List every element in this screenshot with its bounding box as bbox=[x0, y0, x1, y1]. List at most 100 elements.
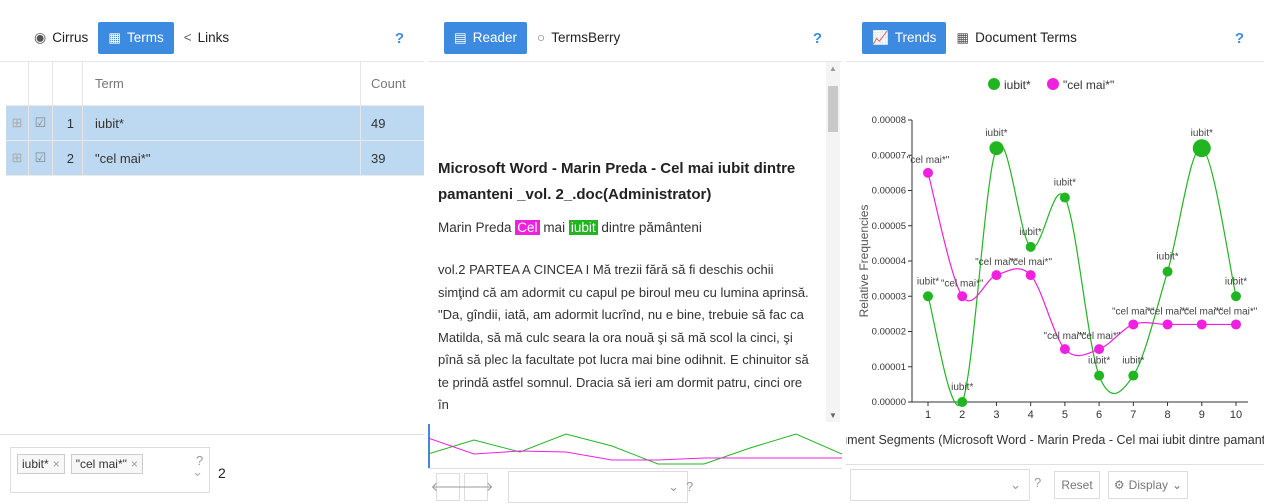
reader-content: Microsoft Word - Marin Preda - Cel mai i… bbox=[428, 62, 826, 422]
column-header-term[interactable]: Term bbox=[82, 62, 360, 105]
column-header-count[interactable]: Count bbox=[360, 62, 424, 105]
tab-terms[interactable]: ▦ Terms bbox=[98, 21, 174, 54]
help-button[interactable]: ? bbox=[1034, 475, 1041, 490]
data-label: iubit* bbox=[985, 128, 1007, 139]
expand-icon[interactable]: ⊞ bbox=[6, 150, 28, 166]
help-button[interactable]: ? bbox=[395, 30, 404, 47]
term-tag-input[interactable]: iubit* × "cel mai*" × ⌄ bbox=[10, 447, 210, 493]
reader-bottom-toolbar: 🡐 🡒 ⌄ ? bbox=[428, 468, 842, 504]
x-tick-label: 2 bbox=[959, 409, 965, 421]
eye-icon: ◉ bbox=[34, 29, 47, 45]
help-button[interactable]: ? bbox=[686, 479, 693, 494]
tab-reader[interactable]: ▤ Reader bbox=[444, 21, 528, 54]
help-button[interactable]: ? bbox=[1235, 30, 1244, 47]
checkbox-icon[interactable]: ☑ bbox=[28, 106, 52, 140]
share-icon: < bbox=[183, 30, 192, 45]
scrollbar[interactable]: ▲ ▼ bbox=[826, 62, 840, 422]
tab-trends[interactable]: 📈 Trends bbox=[862, 21, 947, 54]
tab-termsberry-label: TermsBerry bbox=[551, 30, 621, 45]
table-row[interactable]: ⊞ ☑ 2 "cel mai*" 39 bbox=[6, 141, 424, 176]
trends-chart[interactable]: iubit* "cel mai*"0.000000.000010.000020.0… bbox=[846, 62, 1264, 460]
data-label: iubit* bbox=[1054, 178, 1076, 189]
scroll-up-icon[interactable]: ▲ bbox=[829, 64, 837, 73]
data-point bbox=[1231, 319, 1241, 330]
data-label: "cel mai*" bbox=[1215, 306, 1258, 317]
close-icon[interactable]: × bbox=[53, 457, 60, 471]
y-tick-label: 0.00005 bbox=[872, 221, 906, 232]
scroll-down-icon[interactable]: ▼ bbox=[829, 411, 837, 420]
y-tick-label: 0.00001 bbox=[872, 362, 906, 373]
display-button[interactable]: ⚙ Display ⌄ bbox=[1108, 471, 1188, 499]
help-button[interactable]: ? bbox=[196, 453, 203, 468]
data-label: iubit* bbox=[1156, 252, 1178, 263]
tab-links-label: Links bbox=[197, 30, 230, 45]
term-tag[interactable]: iubit* × bbox=[17, 454, 65, 474]
series-line-0 bbox=[927, 144, 1237, 406]
x-tick-label: 3 bbox=[993, 409, 999, 421]
data-point bbox=[1025, 270, 1036, 281]
scrollbar-thumb[interactable] bbox=[828, 86, 838, 132]
legend-marker bbox=[1047, 78, 1059, 90]
chevron-down-icon: ⌄ bbox=[1010, 477, 1021, 492]
data-label: iubit* bbox=[1122, 356, 1144, 367]
terms-bottom-toolbar: iubit* × "cel mai*" × ⌄ ? 2 bbox=[0, 434, 424, 504]
data-point bbox=[1162, 319, 1173, 330]
data-label: iubit* bbox=[917, 276, 939, 287]
back-button[interactable]: 🡐 bbox=[431, 473, 465, 501]
data-point bbox=[991, 270, 1002, 281]
data-label: "cel mai*" bbox=[907, 155, 950, 166]
table-row[interactable]: ⊞ ☑ 1 iubit* 49 bbox=[6, 106, 424, 141]
reset-button[interactable]: Reset bbox=[1054, 471, 1100, 499]
data-point bbox=[1128, 319, 1139, 330]
y-tick-label: 0.00002 bbox=[872, 327, 906, 338]
help-button[interactable]: ? bbox=[813, 30, 822, 47]
data-point bbox=[957, 291, 968, 302]
tab-reader-label: Reader bbox=[472, 30, 518, 45]
data-label: "cel mai*" bbox=[941, 278, 984, 289]
y-tick-label: 0.00007 bbox=[872, 150, 906, 161]
grid-header: Term Count bbox=[6, 62, 424, 106]
term-highlight[interactable]: Cel bbox=[515, 220, 540, 235]
y-tick-label: 0.00004 bbox=[872, 256, 906, 267]
x-tick-label: 4 bbox=[1028, 409, 1034, 421]
tab-terms-label: Terms bbox=[126, 30, 164, 45]
grid-icon: ▦ bbox=[108, 29, 121, 45]
close-icon[interactable]: × bbox=[131, 457, 138, 471]
document-icon: ▤ bbox=[454, 29, 467, 45]
row-count: 39 bbox=[360, 141, 424, 175]
forward-button[interactable]: 🡒 bbox=[459, 473, 493, 501]
document-text: vol.2 PARTEA A CINCEA I Mă trezii fără s… bbox=[438, 262, 809, 412]
line-chart-icon: 📈 bbox=[872, 29, 889, 45]
segment-select[interactable]: ⌄ bbox=[850, 469, 1030, 501]
term-tag-label: iubit* bbox=[22, 457, 49, 471]
row-index: 1 bbox=[52, 106, 82, 140]
tab-cirrus[interactable]: ◉ Cirrus bbox=[24, 22, 98, 54]
x-tick-label: 9 bbox=[1199, 409, 1205, 421]
gear-icon: ⚙ bbox=[1113, 478, 1125, 492]
data-point bbox=[957, 397, 968, 407]
data-label: iubit* bbox=[1191, 128, 1213, 139]
chevron-down-icon: ⌄ bbox=[668, 479, 679, 494]
expand-icon[interactable]: ⊞ bbox=[6, 115, 28, 131]
trends-panel-tabbar: 📈 Trends ▦ Document Terms ? bbox=[846, 14, 1264, 62]
data-point bbox=[1094, 344, 1105, 355]
document-select[interactable]: ⌄ bbox=[508, 471, 688, 503]
reader-panel-tabbar: ▤ Reader ○ TermsBerry ? bbox=[428, 14, 842, 62]
terms-panel: ◉ Cirrus ▦ Terms < Links ? Term Count ⊞ … bbox=[0, 0, 424, 504]
document-title: Microsoft Word - Marin Preda - Cel mai i… bbox=[438, 160, 796, 203]
reader-trend-sparkline[interactable] bbox=[428, 424, 842, 468]
checkbox-icon[interactable]: ☑ bbox=[28, 141, 52, 175]
y-axis-label: Relative Frequencies bbox=[857, 205, 871, 318]
data-label: iubit* bbox=[951, 382, 973, 393]
reader-panel: ▤ Reader ○ TermsBerry ? Microsoft Word -… bbox=[428, 0, 842, 504]
terms-grid: Term Count ⊞ ☑ 1 iubit* 49 ⊞ ☑ 2 "cel ma… bbox=[6, 62, 424, 176]
term-highlight[interactable]: iubit bbox=[568, 220, 598, 235]
sparkline-cel-mai bbox=[428, 437, 842, 461]
term-tag[interactable]: "cel mai*" × bbox=[70, 454, 143, 474]
tab-links[interactable]: < Links bbox=[174, 22, 239, 54]
tab-document-terms[interactable]: ▦ Document Terms bbox=[946, 22, 1087, 54]
x-axis-label: Document Segments (Microsoft Word - Mari… bbox=[846, 433, 1264, 447]
terms-panel-tabbar: ◉ Cirrus ▦ Terms < Links ? bbox=[0, 14, 424, 62]
tab-termsberry[interactable]: ○ TermsBerry bbox=[527, 22, 630, 54]
tab-document-terms-label: Document Terms bbox=[975, 30, 1077, 45]
